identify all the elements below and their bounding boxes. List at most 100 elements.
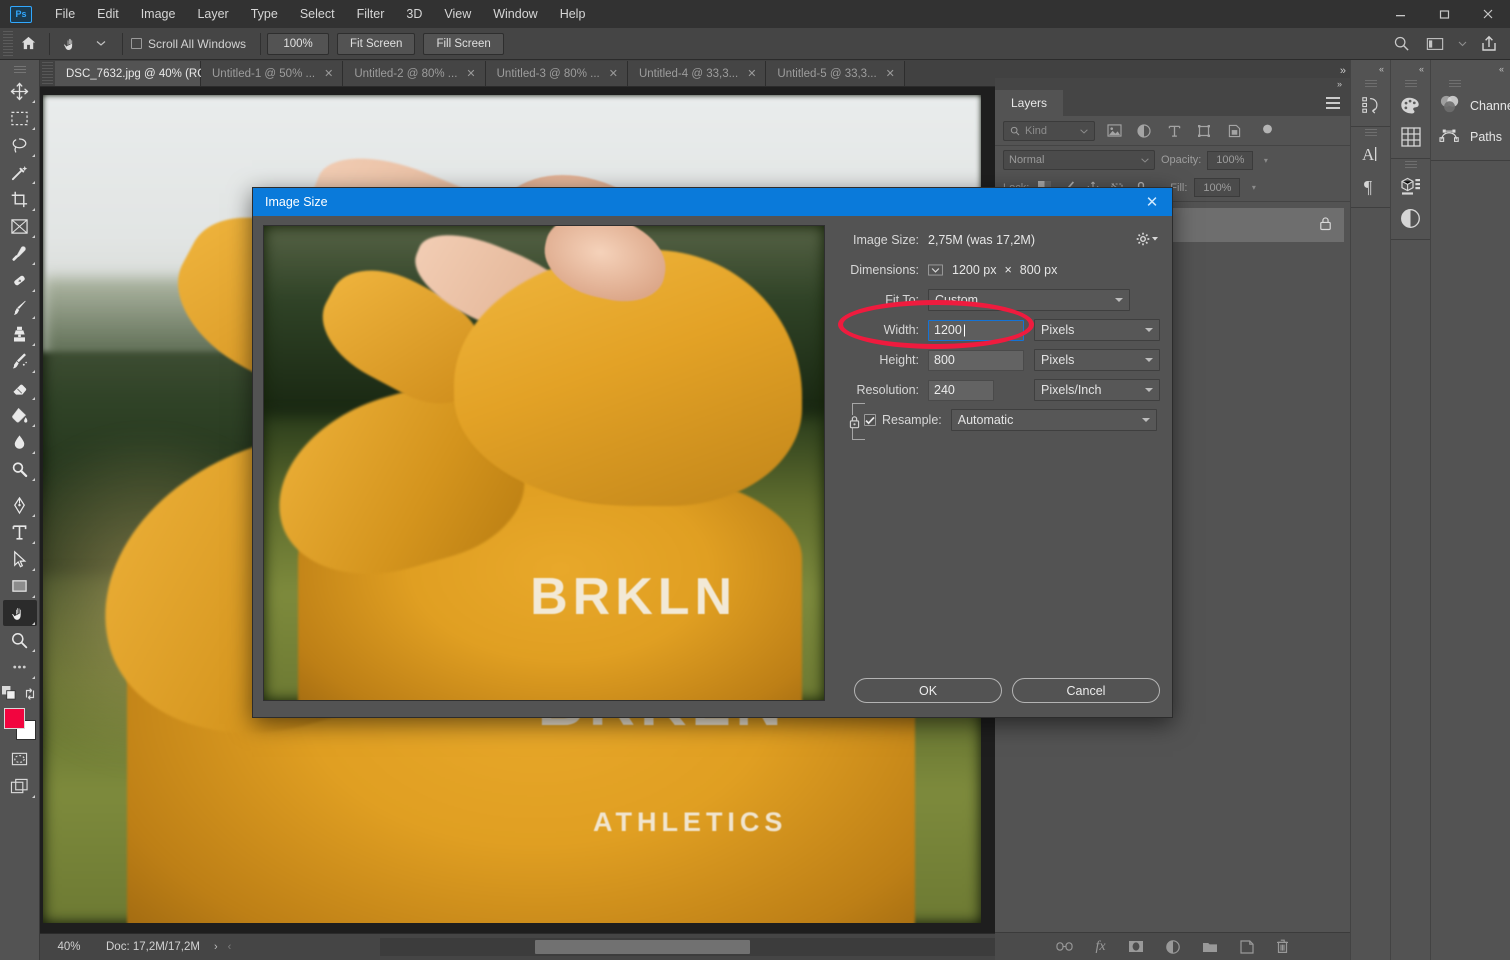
lock-icon[interactable] [1319,216,1332,234]
dodge-tool[interactable] [3,456,37,482]
tab-close-icon[interactable]: ✕ [466,67,475,80]
resample-select[interactable]: Automatic [951,409,1157,431]
minimize-button[interactable] [1378,0,1422,28]
blur-tool[interactable] [3,429,37,455]
screen-mode-icon[interactable] [3,773,37,799]
status-next-arrow-icon[interactable]: › [214,941,218,953]
arrange-chevron-icon[interactable] [1454,31,1470,57]
3d-properties-icon[interactable] [1394,171,1428,201]
add-layer-mask-icon[interactable] [1128,940,1144,953]
search-icon[interactable] [1386,31,1416,57]
menu-view[interactable]: View [433,0,482,28]
image-size-preview[interactable]: BRKLN [263,225,825,701]
document-tab-untitled-4[interactable]: Untitled-4 @ 33,3... ✕ [628,61,766,86]
pen-tool[interactable] [3,492,37,518]
layers-panel-collapse-icon[interactable]: » [995,78,1350,90]
zoom-level-field[interactable]: 40% [40,941,98,953]
resolution-unit-select[interactable]: Pixels/Inch [1034,379,1160,401]
type-filter-icon[interactable] [1163,121,1185,141]
tab-close-icon[interactable]: ✕ [747,67,756,80]
dock-grip-b1[interactable] [1405,80,1417,87]
opacity-stepper[interactable]: ▾ [1259,151,1272,170]
history-brush-tool[interactable] [3,348,37,374]
crop-tool[interactable] [3,186,37,212]
dock-grip-a1[interactable] [1365,80,1377,87]
height-unit-select[interactable]: Pixels [1034,349,1160,371]
quick-mask-icon[interactable] [3,746,37,772]
document-tab-untitled-1[interactable]: Untitled-1 @ 50% ... ✕ [201,61,343,86]
tab-layers[interactable]: Layers [995,90,1063,116]
swatches-grid-icon[interactable] [1394,122,1428,152]
frame-tool[interactable] [3,213,37,239]
tab-close-icon[interactable]: ✕ [324,67,333,80]
delete-layer-icon[interactable] [1276,939,1289,954]
options-bar-grip[interactable] [3,31,13,57]
hand-tool-icon[interactable] [56,31,86,57]
panel-item-paths[interactable]: Paths [1431,121,1510,152]
foreground-color-swatch[interactable] [4,708,25,729]
default-colors-icon[interactable] [2,686,17,704]
color-swatches-icon[interactable] [1394,90,1428,120]
collapse-column-c-icon[interactable]: « [1431,60,1510,78]
zoom-tool[interactable] [3,627,37,653]
menu-select[interactable]: Select [289,0,346,28]
menu-image[interactable]: Image [130,0,187,28]
filter-kind-select[interactable]: Kind [1003,121,1095,141]
maximize-button[interactable] [1422,0,1466,28]
workspace-icon[interactable] [1420,31,1450,57]
cancel-button[interactable]: Cancel [1012,678,1160,703]
spot-healing-brush-tool[interactable] [3,267,37,293]
paragraph-icon[interactable]: ¶ [1354,171,1388,201]
menu-type[interactable]: Type [240,0,289,28]
dock-grip-c1[interactable] [1449,80,1461,87]
menu-layer[interactable]: Layer [186,0,239,28]
clone-stamp-tool[interactable] [3,321,37,347]
rectangular-marquee-tool[interactable] [3,105,37,131]
panel-item-channels[interactable]: Channels [1431,90,1510,121]
menu-window[interactable]: Window [482,0,548,28]
hand-tool[interactable] [3,600,37,626]
smart-object-filter-icon[interactable] [1223,121,1245,141]
layer-style-fx-icon[interactable]: fx [1095,939,1105,955]
tool-preset-chevron-down-icon[interactable] [86,31,116,57]
adjustment-filter-icon[interactable] [1133,121,1155,141]
tabstrip-overflow-icon[interactable]: » [1340,65,1346,77]
menu-filter[interactable]: Filter [346,0,396,28]
opacity-value[interactable]: 100% [1207,151,1253,170]
dimensions-chevron-down-icon[interactable] [928,264,943,276]
fit-screen-button[interactable]: Fit Screen [337,33,415,55]
menu-edit[interactable]: Edit [86,0,130,28]
eraser-tool[interactable] [3,375,37,401]
dock-grip-a2[interactable] [1365,129,1377,136]
fit-to-select[interactable]: Custom [928,289,1130,311]
scroll-all-windows-checkbox[interactable]: Scroll All Windows [131,37,246,51]
blend-mode-select[interactable]: Normal [1003,150,1155,170]
zoom-100-button[interactable]: 100% [267,33,329,55]
resample-checkbox[interactable] [864,414,876,426]
tab-close-icon[interactable]: ✕ [609,67,618,80]
adjustments-icon[interactable] [1394,203,1428,233]
document-tab-untitled-2[interactable]: Untitled-2 @ 80% ... ✕ [343,61,485,86]
share-icon[interactable] [1474,31,1504,57]
lasso-tool[interactable] [3,132,37,158]
foreground-background-colors[interactable] [3,708,37,740]
path-selection-tool[interactable] [3,546,37,572]
document-tab-dsc7632[interactable]: DSC_7632.jpg @ 40% (RGB/8*) * ✕ [55,61,201,86]
fill-stepper[interactable]: ▾ [1247,178,1260,197]
menu-3d[interactable]: 3D [395,0,433,28]
close-button[interactable] [1466,0,1510,28]
link-layers-icon[interactable] [1056,941,1073,952]
width-input[interactable]: 1200| [928,320,1024,341]
home-icon[interactable] [13,31,43,57]
dialog-title-bar[interactable]: Image Size ✕ [253,188,1172,216]
ok-button[interactable]: OK [854,678,1002,703]
fill-value[interactable]: 100% [1194,178,1240,197]
menu-help[interactable]: Help [549,0,597,28]
tabstrip-grip[interactable] [42,62,53,84]
new-group-icon[interactable] [1202,940,1218,953]
scroll-all-windows-box[interactable] [131,38,142,49]
panel-menu-icon[interactable] [1326,97,1340,109]
gear-icon[interactable] [1136,232,1158,246]
pixel-filter-icon[interactable] [1103,121,1125,141]
resolution-input[interactable]: 240 [928,380,994,401]
